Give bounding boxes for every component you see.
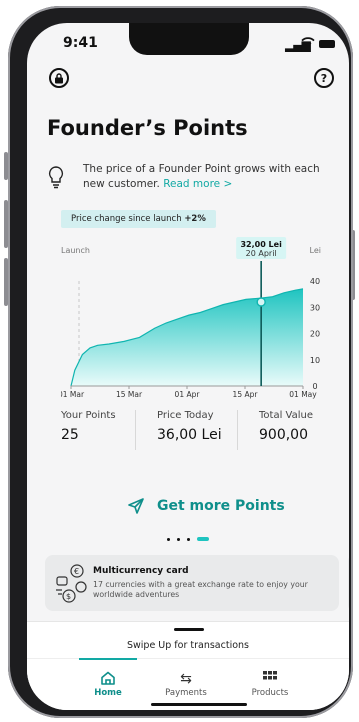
- y-tick-label: 10: [310, 356, 320, 365]
- carousel-dot-active[interactable]: [197, 537, 209, 541]
- tab-products[interactable]: Products: [235, 670, 305, 698]
- chart-unit-label: Lei: [310, 246, 321, 255]
- stats-row: Your Points 25 Price Today 36,00 Lei Tot…: [61, 410, 323, 454]
- card-description: 17 currencies with a great exchange rate…: [93, 580, 308, 599]
- carousel-dot[interactable]: [177, 537, 180, 541]
- y-tick-label: 40: [310, 277, 320, 286]
- price-chart-svg: LaunchLei01020304001 Mar15 Mar01 Apr15 A…: [58, 237, 321, 399]
- get-more-points-label: Get more Points: [157, 498, 285, 514]
- transfer-arrows-icon: ⇆: [180, 671, 192, 687]
- stat-your-points: Your Points 25: [61, 410, 116, 443]
- chart-launch-label: Launch: [61, 246, 90, 255]
- highlight-price-label: 32,00 Lei: [240, 240, 282, 249]
- screen: 9:41 ▂▄▆ ? Founder’s Points The price of…: [27, 23, 349, 710]
- carousel-pagination[interactable]: [167, 537, 209, 541]
- stat-label: Your Points: [61, 410, 116, 421]
- price-area: [71, 288, 303, 386]
- price-change-value: +2%: [184, 214, 206, 224]
- send-arrow-icon: [128, 498, 144, 514]
- tab-label: Home: [94, 688, 122, 698]
- svg-text:€: €: [74, 567, 79, 576]
- highlight-point: [256, 297, 266, 307]
- lightbulb-icon: [47, 165, 65, 189]
- next-card-peek[interactable]: [348, 555, 349, 611]
- y-tick-label: 20: [310, 330, 320, 339]
- home-indicator: [151, 703, 247, 706]
- price-change-badge: Price change since launch +2%: [61, 210, 216, 228]
- tab-label: Products: [251, 688, 289, 698]
- x-tick-label: 01 May: [289, 390, 317, 399]
- tab-home[interactable]: Home: [73, 670, 143, 698]
- stat-value: 36,00 Lei: [157, 427, 222, 443]
- battery-icon: [319, 40, 335, 48]
- stat-price-today: Price Today 36,00 Lei: [157, 410, 222, 443]
- active-tab-indicator: [79, 658, 137, 660]
- x-tick-label: 15 Mar: [116, 390, 143, 399]
- carousel-dot[interactable]: [187, 537, 190, 541]
- stat-label: Price Today: [157, 410, 214, 421]
- status-time: 9:41: [63, 35, 98, 51]
- highlight-date-label: 20 April: [246, 249, 277, 258]
- device-frame: 9:41 ▂▄▆ ? Founder’s Points The price of…: [0, 0, 359, 722]
- currency-exchange-icon: € $: [56, 564, 87, 603]
- stat-divider: [237, 410, 238, 450]
- home-icon: [73, 670, 143, 688]
- transactions-sheet[interactable]: Swipe Up for transactions Home ⇆ Payment…: [27, 621, 349, 710]
- card-title: Multicurrency card: [93, 566, 189, 576]
- multicurrency-card[interactable]: € $ Multicurrency card 17 currencies wit…: [45, 555, 339, 611]
- stat-label: Total Value: [259, 410, 313, 421]
- price-chart[interactable]: LaunchLei01020304001 Mar15 Mar01 Apr15 A…: [58, 235, 323, 400]
- wifi-icon: [301, 36, 315, 52]
- phone-body: 9:41 ▂▄▆ ? Founder’s Points The price of…: [8, 6, 353, 718]
- sheet-drag-handle[interactable]: [174, 628, 204, 631]
- price-change-label: Price change since launch: [71, 214, 182, 224]
- notch: [129, 23, 249, 55]
- get-more-points-button[interactable]: Get more Points: [127, 497, 285, 515]
- tab-payments[interactable]: ⇆ Payments: [151, 670, 221, 698]
- tab-label: Payments: [165, 688, 207, 698]
- read-more-link[interactable]: Read more >: [163, 178, 232, 190]
- svg-text:$: $: [66, 592, 71, 601]
- stat-divider: [135, 410, 136, 450]
- stat-value: 25: [61, 427, 79, 443]
- page-title: Founder’s Points: [47, 116, 248, 140]
- x-tick-label: 15 Apr: [233, 390, 259, 399]
- x-tick-label: 01 Apr: [175, 390, 201, 399]
- swipe-hint: Swipe Up for transactions: [126, 640, 250, 651]
- y-tick-label: 30: [310, 303, 320, 312]
- stat-total-value: Total Value 900,00: [259, 410, 313, 443]
- x-tick-label: 01 Mar: [61, 390, 85, 399]
- grid-icon: [235, 670, 305, 688]
- carousel-dot[interactable]: [167, 537, 170, 541]
- stat-value: 900,00: [259, 427, 308, 443]
- info-text: The price of a Founder Point grows with …: [83, 162, 333, 192]
- help-icon[interactable]: ?: [314, 68, 334, 88]
- lock-icon[interactable]: [49, 68, 69, 88]
